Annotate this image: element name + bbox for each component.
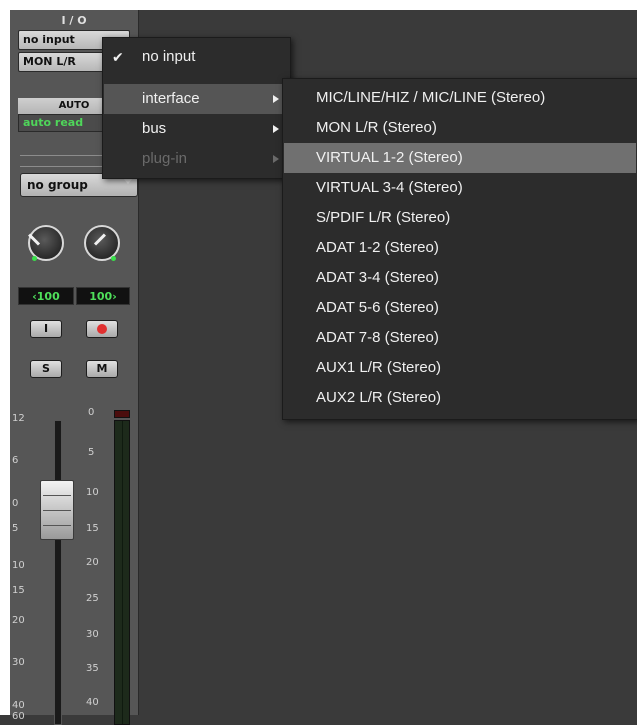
chevron-right-icon (273, 95, 279, 103)
volume-fader-handle[interactable] (40, 480, 74, 540)
chevron-right-icon (273, 125, 279, 133)
knob-led-icon (32, 256, 37, 261)
fader-scale-label: 12 (12, 413, 25, 424)
menu-item-bus[interactable]: bus (104, 114, 289, 144)
submenu-item[interactable]: AUX1 L/R (Stereo) (284, 353, 636, 383)
submenu-item[interactable]: S/PDIF L/R (Stereo) (284, 203, 636, 233)
fader-scale-label: 60 (12, 711, 25, 722)
input-menu: ✔ no input interface bus plug-in (102, 37, 291, 179)
menu-item-label: bus (142, 120, 167, 137)
knob-led-icon (111, 256, 116, 261)
pan-right-readout[interactable]: 100› (76, 287, 130, 305)
interface-submenu: MIC/LINE/HIZ / MIC/LINE (Stereo) MON L/R… (282, 78, 637, 420)
fader-scale-label: 40 (12, 700, 25, 711)
pan-right-knob[interactable] (84, 225, 120, 261)
submenu-item[interactable]: ADAT 1-2 (Stereo) (284, 233, 636, 263)
submenu-item[interactable]: ADAT 7-8 (Stereo) (284, 323, 636, 353)
submenu-item[interactable]: AUX2 L/R (Stereo) (284, 383, 636, 413)
menu-item-interface[interactable]: interface (104, 84, 289, 114)
io-section-label: I / O (61, 14, 87, 27)
meter-scale-label: 25 (86, 593, 99, 604)
volume-fader-track[interactable] (54, 420, 62, 725)
meter-scale-label: 20 (86, 557, 99, 568)
meter-scale-label: 40 (86, 697, 99, 708)
level-meter (114, 420, 130, 725)
pan-left-readout[interactable]: ‹100 (18, 287, 74, 305)
submenu-item[interactable]: ADAT 3-4 (Stereo) (284, 263, 636, 293)
meter-scale-label: 0 (88, 407, 95, 418)
mute-button[interactable]: M (86, 360, 118, 378)
group-selector-label: no group (27, 178, 88, 192)
fader-scale-label: 0 (12, 498, 19, 509)
meter-clip-indicator[interactable] (114, 410, 130, 418)
meter-scale-label: 10 (86, 487, 99, 498)
fader-scale-label: 5 (12, 523, 19, 534)
submenu-item[interactable]: MIC/LINE/HIZ / MIC/LINE (Stereo) (284, 83, 636, 113)
fader-scale-label: 6 (12, 455, 19, 466)
fader-grip-line (43, 525, 71, 526)
pan-left-knob[interactable] (28, 225, 64, 261)
window-top-edge (0, 0, 637, 10)
fader-grip-line (43, 495, 71, 496)
menu-item-label: plug-in (142, 150, 188, 167)
record-enable-button[interactable] (86, 320, 118, 338)
meter-scale-label: 35 (86, 663, 99, 674)
fader-scale-label: 10 (12, 560, 25, 571)
menu-item-no-input[interactable]: ✔ no input (104, 42, 289, 72)
meter-scale-label: 15 (86, 523, 99, 534)
submenu-item-highlighted[interactable]: VIRTUAL 1-2 (Stereo) (284, 143, 636, 173)
fader-grip-line (43, 510, 71, 511)
window-left-edge (0, 0, 10, 715)
fader-scale-label: 20 (12, 615, 25, 626)
submenu-item[interactable]: VIRTUAL 3-4 (Stereo) (284, 173, 636, 203)
menu-item-plug-in: plug-in (104, 144, 289, 174)
knob-pointer-icon (93, 233, 106, 246)
meter-scale-label: 5 (88, 447, 95, 458)
input-monitor-button[interactable]: I (30, 320, 62, 338)
menu-item-label: interface (142, 90, 200, 107)
record-dot-icon (97, 324, 107, 334)
solo-button[interactable]: S (30, 360, 62, 378)
fader-scale-label: 30 (12, 657, 25, 668)
fader-scale-label: 15 (12, 585, 25, 596)
submenu-item[interactable]: MON L/R (Stereo) (284, 113, 636, 143)
chevron-right-icon (273, 155, 279, 163)
submenu-item[interactable]: ADAT 5-6 (Stereo) (284, 293, 636, 323)
knob-pointer-icon (28, 233, 41, 246)
menu-item-label: no input (142, 48, 196, 65)
meter-scale-label: 30 (86, 629, 99, 640)
checkmark-icon: ✔ (112, 49, 124, 65)
meter-divider (122, 421, 123, 724)
